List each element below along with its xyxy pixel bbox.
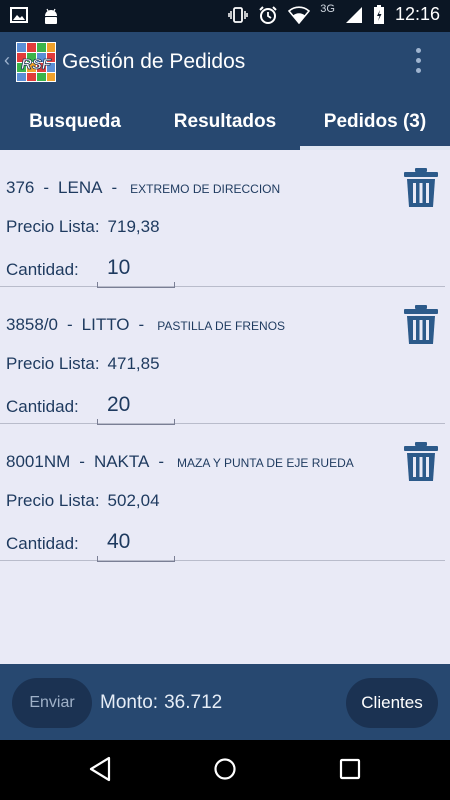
order-price: Precio Lista: 471,85 [6, 354, 160, 374]
page-title: Gestión de Pedidos [62, 50, 246, 73]
order-total: Monto: 36.712 [100, 692, 222, 714]
order-brand: LENA [58, 178, 103, 197]
signal-icon [345, 6, 362, 23]
price-value: 502,04 [107, 491, 160, 510]
order-code: 3858/0 [6, 315, 58, 334]
quantity-label: Cantidad: [6, 397, 79, 416]
price-label: Precio Lista: [6, 491, 100, 510]
tab-busqueda[interactable]: Busqueda [0, 94, 150, 150]
app-bar: ‹ RSF Gestión de Pedidos [0, 32, 450, 94]
total-value: 36.712 [164, 692, 223, 713]
tab-resultados[interactable]: Resultados [150, 94, 300, 150]
clock: 12:16 [394, 4, 440, 24]
chevron-left-icon[interactable]: ‹ [4, 50, 10, 71]
back-nav-icon[interactable] [88, 756, 112, 782]
send-button[interactable]: Enviar [12, 678, 92, 728]
order-item: 376- LENA - EXTREMO DE DIRECCION Precio Lis… [0, 150, 445, 288]
status-bar: 3G 12:16 [0, 0, 450, 32]
clients-button[interactable]: Clientes [346, 678, 438, 728]
svg-text:RSF: RSF [21, 56, 52, 73]
order-header: 376- LENA - EXTREMO DE DIRECCION [6, 178, 281, 197]
overflow-menu-icon[interactable] [416, 48, 422, 78]
quantity-label: Cantidad: [6, 534, 79, 553]
order-price: Precio Lista: 719,38 [6, 217, 160, 237]
quantity-input[interactable]: 10 [97, 250, 175, 288]
trash-icon[interactable] [403, 305, 439, 345]
price-label: Precio Lista: [6, 217, 100, 236]
price-value: 719,38 [107, 217, 160, 236]
order-price: Precio Lista: 502,04 [6, 491, 160, 511]
recents-nav-icon[interactable] [338, 756, 362, 782]
quantity-input[interactable]: 20 [97, 387, 175, 425]
order-description: PASTILLA DE FRENOS [157, 319, 286, 333]
price-value: 471,85 [107, 354, 160, 373]
order-brand: NAKTA [93, 452, 150, 471]
image-icon [10, 7, 28, 23]
order-code: 8001NM [6, 452, 71, 471]
trash-icon[interactable] [403, 168, 439, 208]
trash-icon[interactable] [403, 442, 439, 482]
order-item: 3858/0- LITTO - PASTILLA DE FRENOS Precio L… [0, 287, 445, 425]
tab-bar: Busqueda Resultados Pedidos (3) [0, 94, 450, 150]
wifi-icon [288, 5, 311, 24]
battery-icon [373, 4, 384, 24]
order-description: MAZA Y PUNTA DE EJE RUEDA [177, 456, 354, 470]
order-brand: LITTO [81, 315, 130, 334]
vibrate-icon [228, 6, 249, 23]
order-description: EXTREMO DE DIRECCION [130, 182, 281, 196]
network-type: 3G [320, 2, 335, 15]
total-label: Monto: [100, 692, 159, 713]
android-icon [45, 8, 57, 24]
price-label: Precio Lista: [6, 354, 100, 373]
quantity-input[interactable]: 40 [97, 524, 175, 562]
quantity-label: Cantidad: [6, 260, 79, 279]
order-header: 8001NM - NAKTA - MAZA Y PUNTA DE EJE RUEDA [6, 452, 354, 471]
app-logo[interactable]: RSF [16, 42, 56, 82]
alarm-icon [259, 5, 277, 24]
home-nav-icon[interactable] [213, 756, 237, 782]
order-list: 376- LENA - EXTREMO DE DIRECCION Precio Lis… [0, 150, 445, 562]
order-header: 3858/0- LITTO - PASTILLA DE FRENOS [6, 315, 286, 334]
navigation-bar [0, 740, 450, 800]
order-code: 376 [6, 178, 35, 197]
bottom-bar: Enviar Monto: 36.712 Clientes [0, 664, 450, 740]
tab-pedidos[interactable]: Pedidos (3) [300, 94, 450, 150]
order-item: 8001NM - NAKTA - MAZA Y PUNTA DE EJE RUEDA P… [0, 424, 445, 562]
